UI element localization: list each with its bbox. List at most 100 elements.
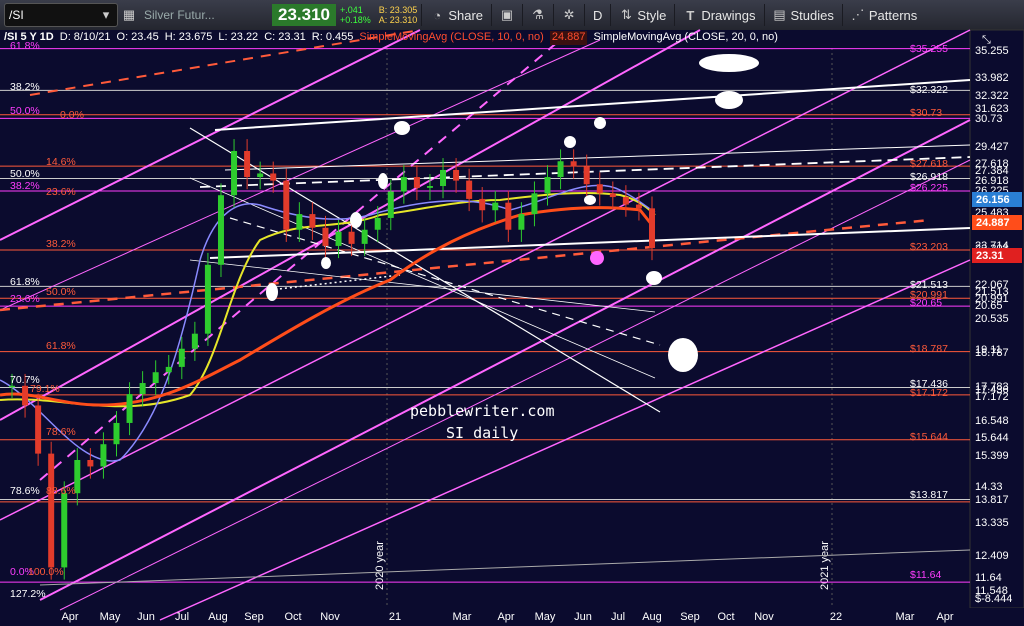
time-tick-label: 21 <box>389 611 401 623</box>
candle-body <box>178 348 185 367</box>
fib-label-right: $27.618 <box>910 158 948 170</box>
candle-body <box>322 227 329 246</box>
time-tick-label: Jul <box>611 611 625 623</box>
candle-body <box>622 197 629 205</box>
white-ellipse-marker <box>646 271 662 285</box>
time-tick-label: 22 <box>830 611 842 623</box>
time-tick-label: Sep <box>244 611 264 623</box>
candle-body <box>244 151 251 178</box>
fib-label-left: 14.6% <box>46 156 76 168</box>
time-tick-label: Jul <box>175 611 189 623</box>
watermark-line1: pebblewriter.com <box>410 402 555 420</box>
fib-label-left: 79.1% <box>30 383 60 395</box>
time-tick-label: Mar <box>453 611 472 623</box>
price-tick-label: 32.322 <box>975 90 1009 102</box>
white-ellipse-marker <box>668 338 698 372</box>
fib-label-right: $23.203 <box>910 241 948 253</box>
candle-body <box>87 459 94 467</box>
white-ellipse-marker <box>564 136 576 148</box>
candle-body <box>426 186 433 188</box>
candle-body <box>583 166 590 185</box>
candle-body <box>479 198 486 211</box>
time-tick-label: Jun <box>137 611 155 623</box>
fib-label-left: 50.0% <box>46 286 76 298</box>
fib-label-right: $35.255 <box>910 43 948 55</box>
white-ellipse-marker <box>266 283 278 301</box>
candle-body <box>609 193 616 198</box>
fib-label-left: 127.2% <box>10 588 46 600</box>
price-tick-label: 33.982 <box>975 72 1009 84</box>
candle-body <box>544 177 551 194</box>
legend-close: C: 23.31 <box>264 31 306 43</box>
fib-label-left: 23.6% <box>10 293 40 305</box>
price-tick-label: 30.73 <box>975 113 1003 125</box>
legend-low: L: 23.22 <box>218 31 259 43</box>
fib-label-right: $17.172 <box>910 387 948 399</box>
price-badge-label: 23.31 <box>976 250 1004 262</box>
white-ellipse-marker <box>699 54 759 72</box>
collapse-icon[interactable]: ⤡ <box>982 34 991 46</box>
white-ellipse-marker <box>350 212 362 228</box>
price-tick-label: $-8.444 <box>975 593 1012 605</box>
fib-label-left: 88.6% <box>46 485 76 497</box>
legend-sma10-label: SimpleMovingAvg (CLOSE, 10, 0, no) <box>359 31 544 43</box>
price-tick-label: 17.172 <box>975 391 1009 403</box>
candle-body <box>48 453 55 568</box>
candle-body <box>257 173 264 178</box>
candle-body <box>231 151 238 196</box>
candle-body <box>191 333 198 349</box>
time-tick-label: Sep <box>680 611 700 623</box>
candle-body <box>348 231 355 244</box>
fib-label-right: $20.65 <box>910 297 942 309</box>
fib-label-left: 23.6% <box>46 186 76 198</box>
candle-body <box>296 214 303 230</box>
fib-label-left: 38.2% <box>46 238 76 250</box>
price-chart[interactable]: 2020 year 2021 year pebblewriter.com SI dai… <box>0 0 1024 626</box>
candle-body <box>361 229 368 244</box>
time-tick-label: Oct <box>284 611 301 623</box>
candle-body <box>283 180 290 230</box>
watermark-line2: SI daily <box>446 424 518 442</box>
price-tick-label: 18.787 <box>975 347 1009 359</box>
fib-label-right: $26.225 <box>910 182 948 194</box>
candle-body <box>152 372 159 384</box>
fib-label-left: 38.2% <box>10 81 40 93</box>
legend-range: R: 0.455 <box>311 31 354 43</box>
fib-label-left: 38.2% <box>10 180 40 192</box>
candle-body <box>557 161 564 178</box>
time-tick-label: Aug <box>208 611 228 623</box>
candle-body <box>570 161 577 167</box>
plot-area <box>0 30 970 608</box>
candle-body <box>649 208 655 248</box>
candle-body <box>453 169 460 181</box>
candle-body <box>139 383 146 395</box>
fib-label-left: 100.0% <box>28 566 64 578</box>
fib-label-left: 78.6% <box>10 485 40 497</box>
candle-body <box>165 366 172 373</box>
legend-date: D: 8/10/21 <box>59 31 111 43</box>
time-tick-label: Oct <box>717 611 734 623</box>
time-tick-label: Aug <box>642 611 662 623</box>
price-tick-label: 20.65 <box>975 300 1003 312</box>
candle-body <box>35 405 42 454</box>
candle-body <box>335 231 342 246</box>
white-ellipse-marker <box>321 257 331 269</box>
price-tick-label: 35.255 <box>975 45 1009 57</box>
fib-label-right: $18.787 <box>910 343 948 355</box>
white-ellipse-marker <box>394 121 410 135</box>
candle-body <box>413 177 420 188</box>
time-tick-label: Jun <box>574 611 592 623</box>
white-ellipse-marker <box>378 173 388 189</box>
chart-app: /SI ▾ ▦ Silver Futur... 23.310 +.041 +0.… <box>0 0 1024 626</box>
fib-label-right: $30.73 <box>910 107 942 119</box>
time-tick-label: Mar <box>896 611 915 623</box>
price-tick-label: 13.335 <box>975 517 1009 529</box>
fib-label-right: $13.817 <box>910 489 948 501</box>
chart-legend: /SI 5 Y 1D D: 8/10/21 O: 23.45 H: 23.675… <box>4 31 778 45</box>
candle-body <box>492 202 499 211</box>
fib-label-right: $32.322 <box>910 84 948 96</box>
time-tick-label: Nov <box>320 611 340 623</box>
candle-body <box>204 264 211 334</box>
candle-body <box>217 195 224 265</box>
time-tick-label: May <box>100 611 121 623</box>
